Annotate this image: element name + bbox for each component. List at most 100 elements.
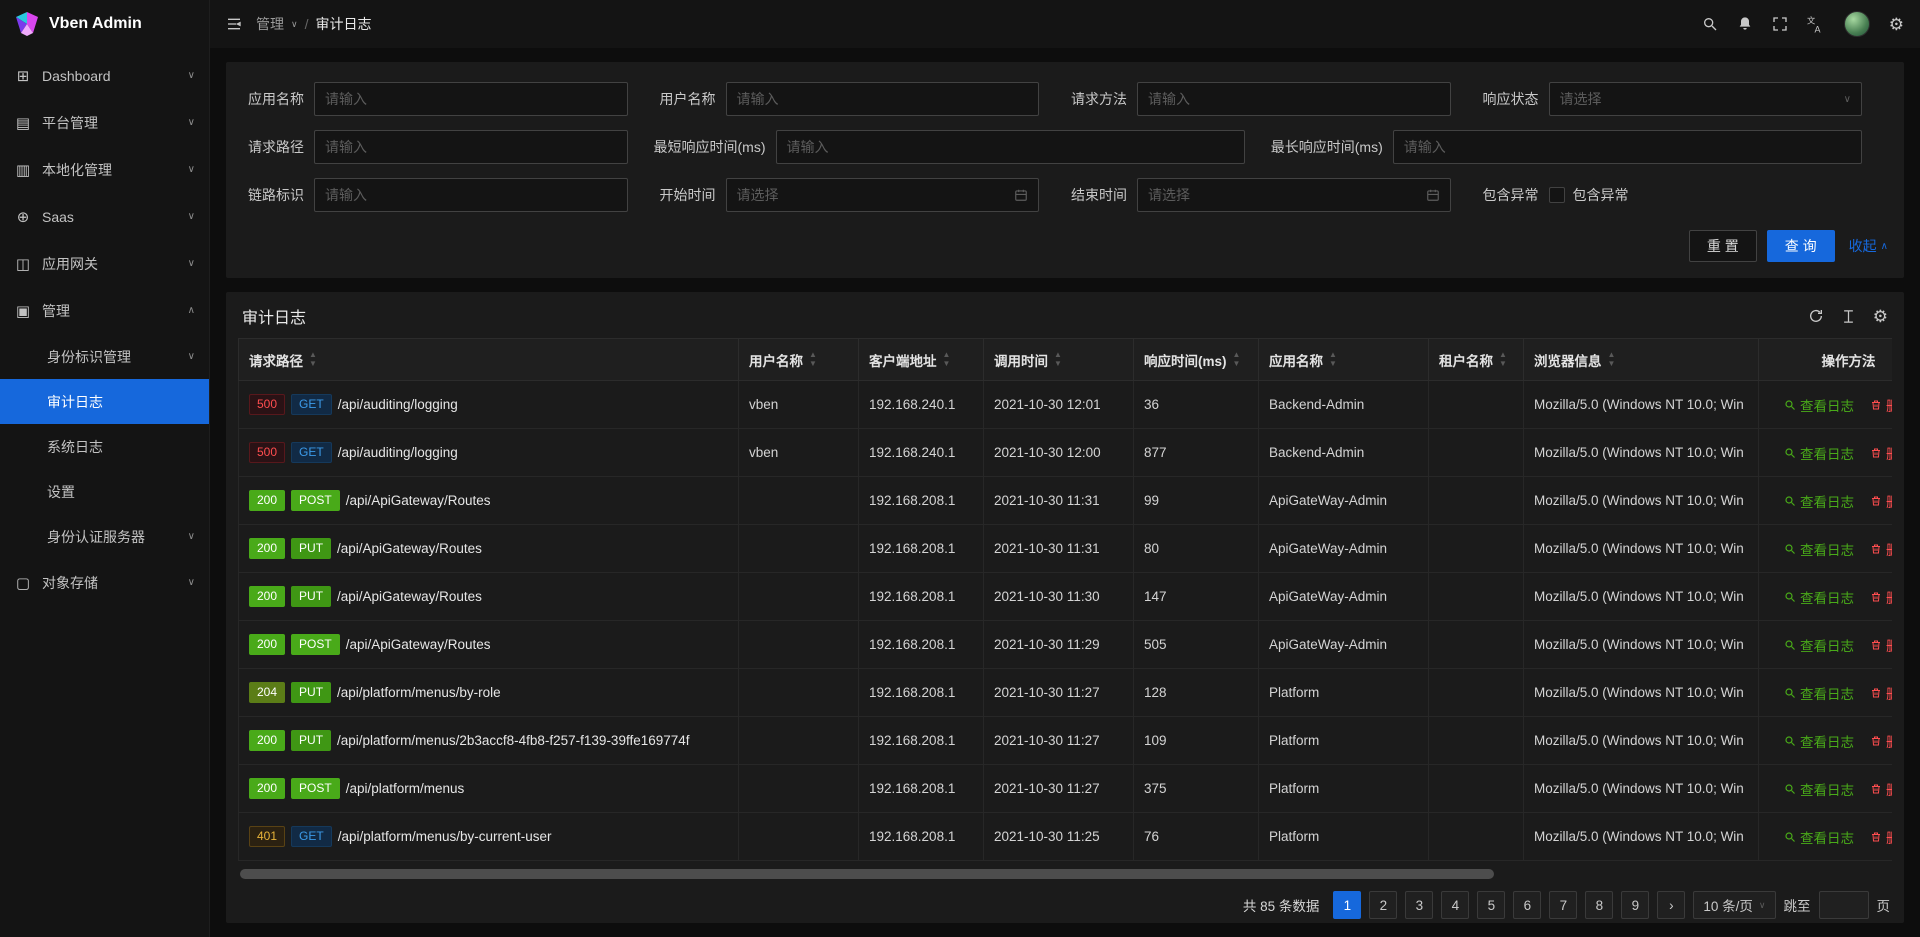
status-badge: 200 [249, 490, 285, 511]
column-header-5[interactable]: 应用名称▲▼ [1259, 339, 1429, 381]
delete-button[interactable]: 删除 [1870, 443, 1892, 463]
sidebar-item-admin[interactable]: ▣管理∧ [0, 287, 209, 334]
sidebar-item-gateway[interactable]: ◫应用网关∨ [0, 240, 209, 287]
view-log-button[interactable]: 查看日志 [1784, 635, 1854, 655]
column-header-1[interactable]: 用户名称▲▼ [739, 339, 859, 381]
cell-browser: Mozilla/5.0 (Windows NT 10.0; Win [1524, 717, 1759, 765]
sidebar-item-identity[interactable]: 身份标识管理∨ [0, 334, 209, 379]
reset-button[interactable]: 重 置 [1689, 230, 1757, 262]
page-button-5[interactable]: 5 [1477, 891, 1505, 919]
column-header-3[interactable]: 调用时间▲▼ [984, 339, 1134, 381]
method-badge: POST [291, 778, 340, 799]
page-button-7[interactable]: 7 [1549, 891, 1577, 919]
notification-bell-icon[interactable] [1737, 16, 1753, 32]
sidebar-item-auth-server[interactable]: 身份认证服务器∨ [0, 514, 209, 559]
delete-button[interactable]: 删除 [1870, 827, 1892, 847]
page-button-8[interactable]: 8 [1585, 891, 1613, 919]
delete-button[interactable]: 删除 [1870, 587, 1892, 607]
column-header-0[interactable]: 请求路径▲▼ [239, 339, 739, 381]
cell-user [739, 573, 859, 621]
cell-client: 192.168.240.1 [859, 429, 984, 477]
cell-duration: 375 [1134, 765, 1259, 813]
view-log-button[interactable]: 查看日志 [1784, 683, 1854, 703]
menu-fold-icon[interactable] [226, 16, 242, 32]
fullscreen-icon[interactable] [1772, 16, 1788, 32]
sidebar-item-object-storage[interactable]: ▢对象存储∨ [0, 559, 209, 606]
page-button-6[interactable]: 6 [1513, 891, 1541, 919]
page-button-2[interactable]: 2 [1369, 891, 1397, 919]
http-status-select[interactable]: 请选择∨ [1549, 82, 1863, 116]
view-log-button[interactable]: 查看日志 [1784, 779, 1854, 799]
column-header-6[interactable]: 租户名称▲▼ [1429, 339, 1524, 381]
http-method-input[interactable] [1148, 91, 1440, 107]
min-duration-input[interactable] [787, 139, 1234, 155]
sidebar-item-dashboard[interactable]: ⊞Dashboard∨ [0, 52, 209, 99]
column-settings-icon[interactable]: ⚙ [1873, 308, 1888, 325]
table-wrap: 请求路径▲▼用户名称▲▼客户端地址▲▼调用时间▲▼响应时间(ms)▲▼应用名称▲… [238, 338, 1892, 861]
breadcrumb: 管理 ∨ / 审计日志 [256, 14, 371, 34]
view-log-button[interactable]: 查看日志 [1784, 587, 1854, 607]
breadcrumb-parent[interactable]: 管理 [256, 14, 284, 34]
delete-button[interactable]: 删除 [1870, 779, 1892, 799]
collapse-link[interactable]: 收起 ∧ [1849, 236, 1888, 256]
view-log-button[interactable]: 查看日志 [1784, 491, 1854, 511]
page-button-9[interactable]: 9 [1621, 891, 1649, 919]
trace-id-input[interactable] [325, 187, 617, 203]
next-page-button[interactable]: › [1657, 891, 1685, 919]
end-time-input[interactable] [1148, 187, 1418, 203]
cell-app: ApiGateWay-Admin [1259, 621, 1429, 669]
search-icon[interactable] [1702, 16, 1718, 32]
refresh-icon[interactable] [1808, 308, 1824, 324]
delete-button[interactable]: 删除 [1870, 731, 1892, 751]
max-duration-input[interactable] [1404, 139, 1851, 155]
sidebar-item-settings[interactable]: 设置 [0, 469, 209, 514]
include-exception-checkbox[interactable] [1549, 187, 1565, 203]
row-height-icon[interactable] [1841, 309, 1856, 324]
cell-browser: Mozilla/5.0 (Windows NT 10.0; Win [1524, 813, 1759, 861]
page-button-4[interactable]: 4 [1441, 891, 1469, 919]
column-header-2[interactable]: 客户端地址▲▼ [859, 339, 984, 381]
cell-client: 192.168.208.1 [859, 765, 984, 813]
sidebar-item-audit-logs[interactable]: 审计日志 [0, 379, 209, 424]
cell-client: 192.168.208.1 [859, 813, 984, 861]
column-header-4[interactable]: 响应时间(ms)▲▼ [1134, 339, 1259, 381]
cell-tenant [1429, 525, 1524, 573]
view-log-button[interactable]: 查看日志 [1784, 395, 1854, 415]
delete-button[interactable]: 删除 [1870, 635, 1892, 655]
delete-button[interactable]: 删除 [1870, 491, 1892, 511]
cell-tenant [1429, 477, 1524, 525]
pagination-total: 共 85 条数据 [1243, 895, 1320, 915]
cell-path: 200PUT/api/platform/menus/2b3accf8-4fb8-… [239, 717, 739, 765]
view-log-button[interactable]: 查看日志 [1784, 443, 1854, 463]
sidebar-item-saas[interactable]: ⊕Saas∨ [0, 193, 209, 240]
sidebar-item-system-logs[interactable]: 系统日志 [0, 424, 209, 469]
app-name-input[interactable] [325, 91, 617, 107]
app-logo[interactable]: Vben Admin [0, 0, 209, 48]
scrollbar-thumb[interactable] [240, 869, 1494, 879]
view-log-button[interactable]: 查看日志 [1784, 827, 1854, 847]
language-icon[interactable]: 文A [1807, 15, 1825, 33]
filter-label: 响应状态 [1477, 89, 1549, 109]
view-log-button[interactable]: 查看日志 [1784, 731, 1854, 751]
delete-button[interactable]: 删除 [1870, 539, 1892, 559]
view-log-button[interactable]: 查看日志 [1784, 539, 1854, 559]
sidebar-item-platform[interactable]: ▤平台管理∨ [0, 99, 209, 146]
page-buttons: 123456789 › [1333, 891, 1685, 919]
column-header-7[interactable]: 浏览器信息▲▼ [1524, 339, 1759, 381]
request-path-input[interactable] [325, 139, 617, 155]
page-button-1[interactable]: 1 [1333, 891, 1361, 919]
delete-button[interactable]: 删除 [1870, 683, 1892, 703]
chevron-down-icon: ∨ [188, 351, 195, 362]
page-size-select[interactable]: 10 条/页 ∨ [1693, 891, 1775, 919]
breadcrumb-separator: / [305, 16, 309, 32]
delete-button[interactable]: 删除 [1870, 395, 1892, 415]
start-time-input[interactable] [737, 187, 1007, 203]
user-name-input[interactable] [737, 91, 1029, 107]
sidebar-item-localization[interactable]: ▥本地化管理∨ [0, 146, 209, 193]
jump-page-input[interactable] [1819, 891, 1869, 919]
user-avatar[interactable] [1844, 11, 1870, 37]
settings-gear-icon[interactable]: ⚙ [1889, 16, 1904, 33]
page-button-3[interactable]: 3 [1405, 891, 1433, 919]
horizontal-scrollbar [240, 869, 1890, 879]
search-button[interactable]: 查 询 [1767, 230, 1835, 262]
